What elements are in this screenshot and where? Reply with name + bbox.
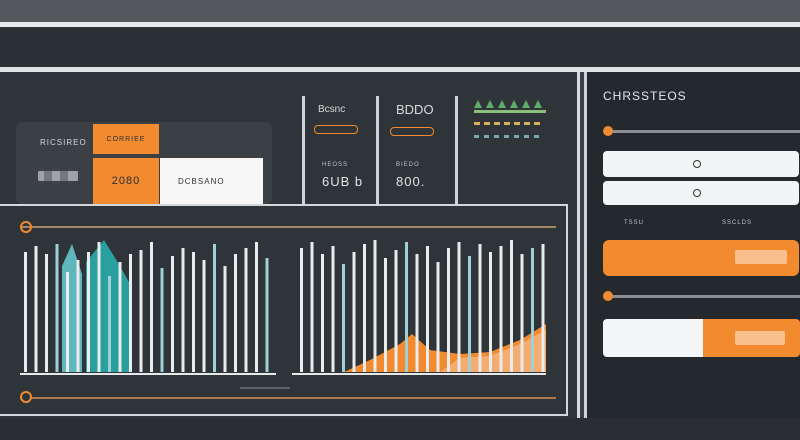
orange-tab-label: CORRIEE [106, 136, 146, 143]
chart-bar [499, 246, 503, 372]
chart-bar [321, 254, 324, 372]
legend-circle-icon[interactable] [20, 391, 32, 403]
chart-bar [87, 252, 90, 372]
slider-knob-icon[interactable] [603, 291, 613, 301]
radio-icon[interactable] [693, 160, 701, 168]
stat-divider [302, 96, 305, 204]
chart-bar [213, 244, 216, 372]
side-caption-left: TSSU [624, 220, 645, 226]
stat-pill[interactable] [390, 127, 434, 136]
legend-circle-icon[interactable] [20, 221, 32, 233]
side-input[interactable] [603, 181, 799, 205]
split-button-label-bar [735, 331, 785, 345]
stat-small-label: BIEDO [396, 162, 420, 168]
stat-title: Bcsnc [318, 104, 346, 115]
split-button[interactable] [603, 319, 800, 357]
slider-track[interactable] [606, 130, 800, 133]
chart-bar [300, 248, 303, 372]
chart-bar [363, 244, 366, 372]
chart-bar [118, 262, 122, 372]
bar-chart [20, 226, 556, 399]
orange-value-box: 2080 [93, 158, 159, 204]
chart-bar [352, 252, 356, 372]
chart-bar [171, 256, 174, 372]
slider-track[interactable] [606, 295, 800, 298]
chart-bar [405, 242, 408, 372]
slider-knob-icon[interactable] [603, 126, 613, 136]
chart-bar [457, 242, 461, 372]
chart-bar [394, 250, 398, 372]
chart-bar [510, 240, 513, 372]
chart-bar [76, 260, 80, 372]
bottom-bar [0, 418, 800, 440]
stat-divider [376, 96, 379, 204]
chart-bar [426, 246, 429, 372]
chart-bar [342, 264, 345, 372]
top-strip [0, 0, 800, 22]
stat-small-label: HEOSS [322, 162, 349, 168]
chart-bar [139, 250, 143, 372]
chart-bar [66, 272, 69, 372]
chart-bar [447, 248, 450, 372]
card-icon [38, 171, 78, 181]
chart-bar [520, 254, 524, 372]
stat-value: 800. [396, 174, 426, 189]
chart-bar [436, 262, 440, 372]
chart-bar [489, 252, 492, 372]
chart-bar [150, 242, 153, 372]
chart-bar [108, 276, 111, 372]
chart-bar [202, 260, 206, 372]
primary-button[interactable] [603, 240, 799, 276]
chart-bar [415, 254, 419, 372]
chart-bar [34, 246, 38, 372]
chart-bar [541, 244, 545, 372]
right-bar-group [300, 240, 546, 372]
chart-bar [531, 248, 534, 372]
primary-button-label-bar [735, 250, 787, 264]
chart-bar [181, 248, 185, 372]
stat-divider [455, 96, 458, 204]
left-bar-group [24, 240, 269, 372]
side-caption-right: SSCLDS [722, 220, 753, 226]
stat-value: 6UB b [322, 174, 364, 189]
chart-bar [255, 242, 258, 372]
chart-bar [223, 266, 227, 372]
chart-bar [331, 246, 335, 372]
chart-bar [310, 242, 314, 372]
kpi-label: RICSIREO [40, 138, 87, 147]
chart-bar [160, 268, 164, 372]
stat-pill[interactable] [314, 125, 358, 134]
split-button-left[interactable] [603, 319, 703, 357]
card-icon-bar [60, 171, 68, 181]
chart-bar [384, 258, 387, 372]
chart-bar [24, 252, 27, 372]
chart-bar [234, 254, 237, 372]
chart-bar [45, 254, 48, 372]
chart-bar [468, 256, 471, 372]
side-input[interactable] [603, 151, 799, 177]
chart-bar [129, 254, 132, 372]
chart-bar [478, 244, 482, 372]
radio-icon[interactable] [693, 189, 701, 197]
stat-title: BDDO [396, 102, 434, 117]
chart-bar [265, 258, 269, 372]
value-field[interactable]: DCBSANO [160, 158, 263, 204]
split-button-right[interactable] [703, 319, 800, 357]
header-bar [0, 27, 800, 67]
chart-bar [373, 240, 377, 372]
sparkline-icon [474, 100, 546, 138]
card-icon-bar [44, 171, 52, 181]
chart-bar [97, 242, 101, 372]
chart-bar [192, 252, 195, 372]
chart-bar [55, 244, 59, 372]
chart-bar [244, 248, 248, 372]
side-title: CHRSSTEOS [603, 89, 687, 103]
